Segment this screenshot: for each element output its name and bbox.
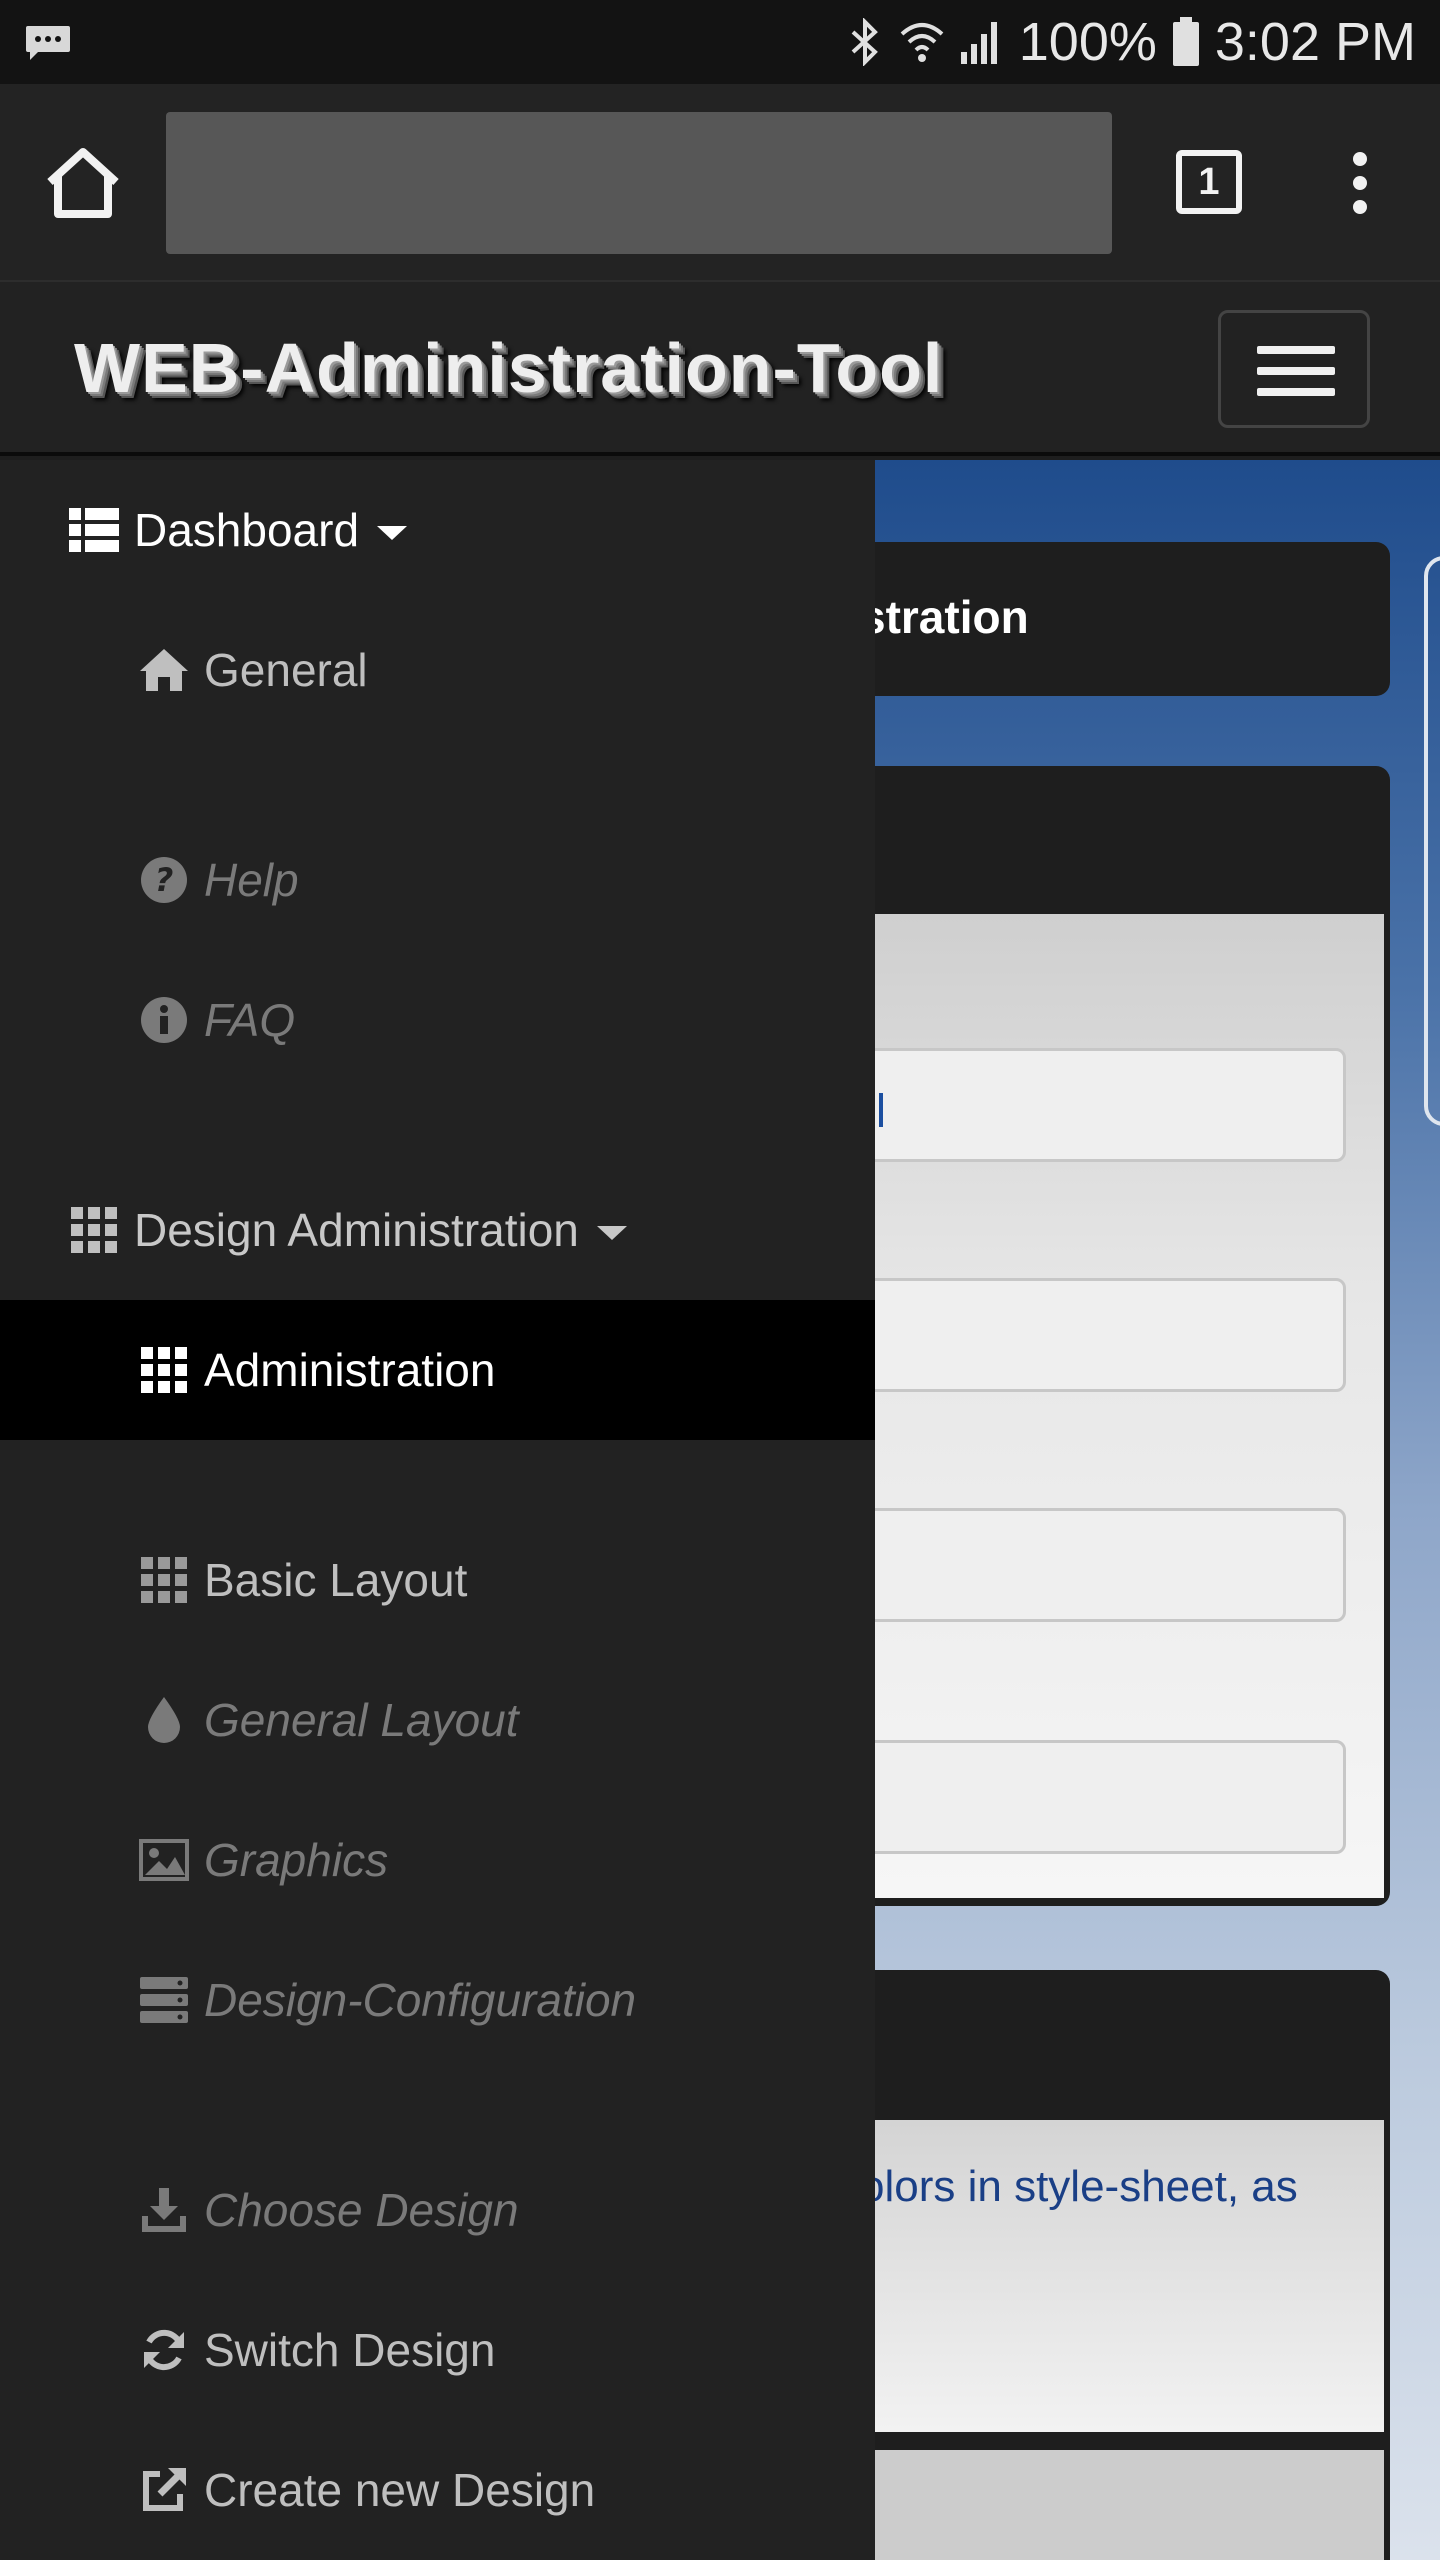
refresh-icon: [138, 2324, 190, 2376]
text-cursor: [879, 1093, 883, 1127]
nav-design-administration-label: Design Administration: [134, 1204, 579, 1256]
nav-create-new-design-label: Create new Design: [204, 2464, 596, 2516]
side-panel-edge: [1424, 556, 1440, 1126]
question-circle-icon: ?: [138, 854, 190, 906]
nav-graphics-label: Graphics: [204, 1834, 389, 1886]
image-icon: [138, 1834, 190, 1886]
nav-general-label: General: [204, 644, 368, 696]
app-title[interactable]: WEB-Administration-Tool: [74, 328, 943, 408]
grid-icon: [138, 1554, 190, 1606]
server-icon: [138, 1974, 190, 2026]
grid-icon: [68, 1204, 120, 1256]
nav-dashboard-label: Dashboard: [134, 504, 360, 556]
chevron-down-icon: [377, 526, 408, 540]
nav-general-layout-label: General Layout: [204, 1694, 519, 1746]
nav-basic-layout[interactable]: Basic Layout: [0, 1510, 875, 1650]
status-bar: 100% 3:02 PM: [0, 0, 1440, 84]
info-circle-icon: [138, 994, 190, 1046]
more-options-icon[interactable]: [1340, 152, 1380, 216]
external-link-icon: [138, 2464, 190, 2516]
nav-dashboard[interactable]: Dashboard: [0, 460, 875, 600]
list-icon: [68, 504, 120, 556]
nav-faq[interactable]: FAQ: [0, 950, 875, 1090]
droplet-icon: [138, 1694, 190, 1746]
nav-faq-label: FAQ: [204, 994, 296, 1046]
nav-create-new-design[interactable]: Create new Design: [0, 2420, 875, 2560]
message-notification-icon: [26, 26, 70, 60]
nav-general[interactable]: General: [0, 600, 875, 740]
browser-toolbar: 1: [0, 84, 1440, 280]
nav-drawer: Dashboard General ? Help FAQ Design Admi…: [0, 460, 875, 2560]
info-link[interactable]: olors in style-sheet, as: [860, 2162, 1298, 2212]
battery-percent: 100%: [1018, 12, 1157, 72]
battery-icon: [1172, 17, 1199, 66]
nav-switch-design-label: Switch Design: [204, 2324, 496, 2376]
app-header: WEB-Administration-Tool: [0, 280, 1440, 456]
nav-help[interactable]: ? Help: [0, 810, 875, 950]
nav-basic-layout-label: Basic Layout: [204, 1554, 468, 1606]
clock: 3:02 PM: [1214, 12, 1416, 72]
menu-toggle-button[interactable]: [1218, 310, 1370, 428]
svg-text:?: ?: [155, 861, 174, 899]
bluetooth-icon: [851, 18, 878, 66]
nav-design-configuration-label: Design-Configuration: [204, 1974, 637, 2026]
url-bar[interactable]: [166, 112, 1112, 254]
signal-icon: [960, 22, 997, 64]
download-icon: [138, 2184, 190, 2236]
wifi-icon: [900, 23, 944, 62]
nav-choose-design-label: Choose Design: [204, 2184, 519, 2236]
home-icon[interactable]: [44, 146, 122, 220]
home-icon: [138, 644, 190, 696]
nav-switch-design[interactable]: Switch Design: [0, 2280, 875, 2420]
chevron-down-icon: [596, 1226, 627, 1240]
nav-graphics[interactable]: Graphics: [0, 1790, 875, 1930]
nav-choose-design[interactable]: Choose Design: [0, 2140, 875, 2280]
content-title: stration: [860, 591, 1029, 643]
nav-design-configuration[interactable]: Design-Configuration: [0, 1930, 875, 2070]
nav-design-administration[interactable]: Design Administration: [0, 1160, 875, 1300]
nav-help-label: Help: [204, 854, 299, 906]
nav-administration-label: Administration: [204, 1344, 496, 1396]
grid-icon: [138, 1344, 190, 1396]
tab-switcher-button[interactable]: 1: [1176, 150, 1242, 214]
nav-administration[interactable]: Administration: [0, 1300, 875, 1440]
tab-count: 1: [1198, 160, 1220, 203]
nav-general-layout[interactable]: General Layout: [0, 1650, 875, 1790]
